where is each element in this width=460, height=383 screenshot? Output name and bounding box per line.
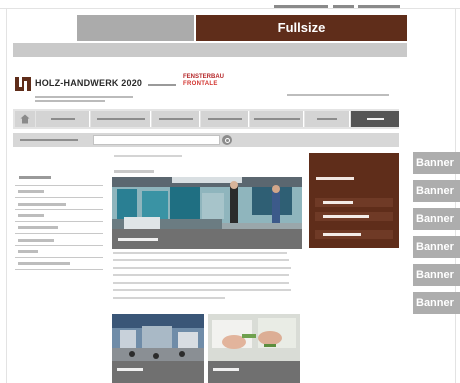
frame-left-border — [6, 8, 7, 383]
teaser-text-line — [113, 252, 287, 254]
logo-subtitle-line — [35, 100, 105, 102]
utility-bar — [13, 43, 407, 57]
utility-link[interactable] — [358, 5, 400, 8]
teaser-title — [316, 177, 354, 180]
partner-logo-line1: FENSTERBAU — [183, 74, 225, 80]
sidebar-divider — [15, 209, 103, 210]
partner-logo[interactable]: FENSTERBAU FRONTALE — [183, 74, 224, 88]
teaser-text-line — [113, 267, 291, 269]
teaser-text-line — [113, 282, 289, 284]
teaser-link[interactable] — [315, 212, 393, 221]
home-icon — [20, 114, 30, 124]
partner-logo-line2: FRONTALE — [183, 81, 218, 87]
sidebar-divider — [15, 269, 103, 270]
sidebar-item[interactable] — [18, 214, 44, 217]
search-label — [20, 139, 78, 141]
logo-subtitle-line — [35, 96, 133, 98]
nav-item[interactable] — [91, 111, 151, 127]
sidebar-divider — [15, 257, 103, 258]
sidebar-item[interactable] — [18, 239, 54, 242]
nav-item[interactable] — [36, 111, 90, 127]
nav-item[interactable] — [152, 111, 200, 127]
sidebar-item[interactable] — [18, 262, 70, 265]
utility-link[interactable] — [333, 5, 354, 8]
sidebar-item[interactable] — [18, 250, 38, 253]
header-info-line — [287, 94, 389, 96]
site-logo-text[interactable]: HOLZ-HANDWERK 2020 — [35, 78, 142, 88]
nav-item-active[interactable] — [351, 111, 399, 127]
article-kicker — [114, 155, 182, 157]
banner-ad[interactable]: Banner — [413, 180, 460, 202]
banner-ad[interactable]: Banner — [413, 264, 460, 286]
teaser-link[interactable] — [315, 230, 393, 239]
search-icon[interactable] — [222, 135, 232, 145]
banner-ad[interactable]: Banner — [413, 208, 460, 230]
nav-item[interactable] — [305, 111, 350, 127]
page-wireframe: Fullsize HOLZ-HANDWERK 2020 FENSTERBAU F… — [0, 0, 460, 383]
teaser-text-line — [113, 274, 289, 276]
sidebar-divider — [15, 233, 103, 234]
teaser-text-line — [113, 297, 225, 299]
teaser-text-line — [113, 259, 289, 261]
article-label — [114, 170, 154, 173]
sidebar-item[interactable] — [18, 226, 58, 229]
utility-link[interactable] — [274, 5, 328, 8]
banner-ad[interactable]: Banner — [413, 236, 460, 258]
hero-caption[interactable] — [112, 229, 302, 249]
tab-default[interactable] — [77, 15, 194, 41]
banner-ad[interactable]: Banner — [413, 152, 460, 174]
logo-icon[interactable] — [15, 77, 31, 91]
thumbnail-caption[interactable] — [208, 361, 300, 383]
logo-divider — [148, 84, 176, 86]
sidebar-divider — [15, 185, 103, 186]
sidebar-divider — [15, 221, 103, 222]
teaser-link[interactable] — [315, 198, 393, 207]
sidebar-divider — [15, 197, 103, 198]
sidebar-divider — [15, 245, 103, 246]
sidebar-item[interactable] — [18, 190, 44, 193]
search-input[interactable] — [93, 135, 220, 145]
nav-item[interactable] — [201, 111, 249, 127]
teaser-text-line — [113, 289, 291, 291]
thumbnail-caption[interactable] — [112, 361, 204, 383]
frame-top-border — [0, 8, 460, 9]
sidebar-heading — [19, 176, 51, 179]
nav-item[interactable] — [250, 111, 304, 127]
tab-fullsize[interactable]: Fullsize — [196, 15, 407, 41]
nav-home[interactable] — [15, 111, 35, 127]
sidebar-item[interactable] — [18, 203, 66, 206]
banner-ad[interactable]: Banner — [413, 292, 460, 314]
